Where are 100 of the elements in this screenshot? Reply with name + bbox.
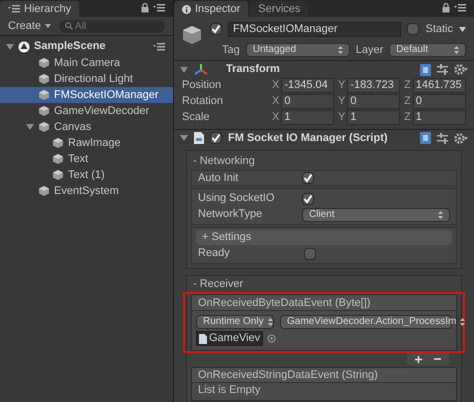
- event-title: OnReceivedStringDataEvent (String): [192, 368, 456, 383]
- foldout-arrow-icon[interactable]: [26, 123, 34, 131]
- unity-logo-icon: [18, 40, 30, 52]
- sliders-icon[interactable]: [437, 64, 448, 75]
- dropdown[interactable]: Untagged: [246, 42, 350, 57]
- cube-icon: [38, 73, 50, 85]
- gear-icon[interactable]: [454, 132, 468, 144]
- info-icon: [182, 4, 191, 14]
- empty-list-text: List is Empty: [197, 383, 262, 398]
- number-field[interactable]: 0: [412, 94, 466, 109]
- cube-icon: [52, 169, 64, 181]
- field-label: NetworkType: [198, 207, 264, 222]
- number-field[interactable]: 1: [281, 110, 334, 125]
- caret-icon[interactable]: [45, 24, 52, 28]
- inspector-tab[interactable]: Services: [250, 1, 308, 17]
- axis-label: X: [272, 110, 280, 126]
- hierarchy-item[interactable]: Canvas: [0, 119, 173, 135]
- caret-icon[interactable]: [459, 26, 466, 32]
- field-label: Position: [182, 78, 222, 94]
- section-title[interactable]: - Networking: [191, 155, 457, 168]
- cube-icon: [38, 57, 50, 69]
- checkbox[interactable]: [302, 192, 314, 204]
- cube-icon: [38, 105, 50, 117]
- menu-icon[interactable]: [8, 5, 20, 13]
- lock-icon[interactable]: [442, 3, 450, 13]
- static-label: Static: [425, 22, 453, 37]
- foldout-arrow-icon[interactable]: [180, 66, 188, 74]
- number-field[interactable]: 1: [347, 110, 400, 125]
- component-title: FM Socket IO Manager (Script): [228, 130, 388, 146]
- dropdown[interactable]: Default: [389, 42, 466, 57]
- create-button[interactable]: Create: [8, 18, 52, 34]
- search-icon: [65, 22, 74, 30]
- cube-icon: [52, 137, 64, 149]
- field-label: Scale: [182, 110, 211, 126]
- field-label: Rotation: [182, 94, 224, 110]
- sliders-icon[interactable]: [437, 132, 448, 144]
- layer-label: Layer: [356, 42, 384, 58]
- cube-icon: [38, 89, 50, 101]
- object-field[interactable]: GameViev: [196, 331, 264, 346]
- foldout-arrow-icon[interactable]: [6, 42, 14, 50]
- object-picker-icon[interactable]: [267, 334, 276, 343]
- hierarchy-item[interactable]: Text: [0, 151, 173, 167]
- cube-icon: [182, 25, 202, 47]
- cube-icon: [38, 185, 50, 197]
- dropdown-arrows-icon: [268, 318, 273, 326]
- help-book-icon[interactable]: [420, 64, 431, 76]
- event-title: OnReceivedByteDataEvent (Byte[]): [192, 295, 456, 311]
- number-field[interactable]: -183.723: [347, 78, 400, 93]
- menu-icon[interactable]: [454, 4, 466, 12]
- checkbox[interactable]: [407, 23, 420, 36]
- hierarchy-item[interactable]: RawImage: [0, 135, 173, 151]
- dropdown-arrows-icon: [438, 210, 443, 218]
- dropdown[interactable]: Client: [302, 208, 450, 222]
- checkbox[interactable]: [210, 23, 222, 36]
- gear-icon[interactable]: [454, 64, 468, 75]
- axis-label: Z: [404, 94, 411, 110]
- checkbox[interactable]: [304, 248, 316, 260]
- number-field[interactable]: 0: [347, 94, 400, 109]
- foldout-arrow-icon[interactable]: [180, 134, 188, 142]
- hierarchy-item[interactable]: GameViewDecoder: [0, 103, 173, 119]
- object-name-field[interactable]: FMSocketIOManager: [228, 22, 402, 37]
- axis-label: Y: [338, 78, 346, 94]
- hierarchy-item[interactable]: Main Camera: [0, 55, 173, 71]
- menu-icon[interactable]: [153, 42, 165, 50]
- scene-name: SampleScene: [34, 39, 106, 54]
- number-field[interactable]: 0: [281, 94, 334, 109]
- lock-icon[interactable]: [141, 3, 149, 13]
- menu-icon[interactable]: [153, 4, 165, 12]
- field-label: Auto Init: [198, 170, 240, 186]
- field-label: Ready: [198, 246, 231, 262]
- number-field[interactable]: -1345.04: [281, 78, 334, 93]
- script-file-icon: [194, 132, 204, 144]
- inspector-tab[interactable]: Inspector: [174, 1, 248, 17]
- hierarchy-item[interactable]: EventSystem: [0, 183, 173, 199]
- cube-icon: [38, 121, 50, 133]
- settings-foldout[interactable]: + Settings: [196, 230, 452, 245]
- axis-label: X: [272, 94, 280, 110]
- dropdown-arrows-icon: [338, 46, 343, 54]
- component-title: Transform: [226, 62, 280, 78]
- add-icon[interactable]: [415, 356, 422, 362]
- section-title[interactable]: - Receiver: [191, 278, 457, 290]
- checkbox[interactable]: [302, 172, 314, 184]
- number-field[interactable]: 1: [412, 110, 466, 125]
- field-label: Using SocketIO: [198, 191, 276, 206]
- hierarchy-item[interactable]: FMSocketIOManager: [0, 87, 173, 103]
- checkbox[interactable]: [210, 132, 222, 144]
- dropdown[interactable]: Runtime Only: [196, 315, 274, 329]
- cube-icon: [52, 153, 64, 165]
- axis-label: X: [272, 78, 280, 94]
- hierarchy-item[interactable]: Directional Light: [0, 71, 173, 87]
- script-file-icon: [199, 334, 207, 344]
- axis-label: Z: [404, 110, 411, 126]
- number-field[interactable]: 1461.735: [412, 78, 466, 93]
- hierarchy-tab[interactable]: Hierarchy: [0, 1, 80, 17]
- dropdown-arrows-icon: [460, 318, 466, 326]
- search-field[interactable]: All: [59, 20, 165, 32]
- axis-label: Z: [404, 78, 411, 94]
- hierarchy-item[interactable]: Text (1): [0, 167, 173, 183]
- axis-label: Y: [338, 94, 346, 110]
- help-book-icon[interactable]: [420, 132, 431, 144]
